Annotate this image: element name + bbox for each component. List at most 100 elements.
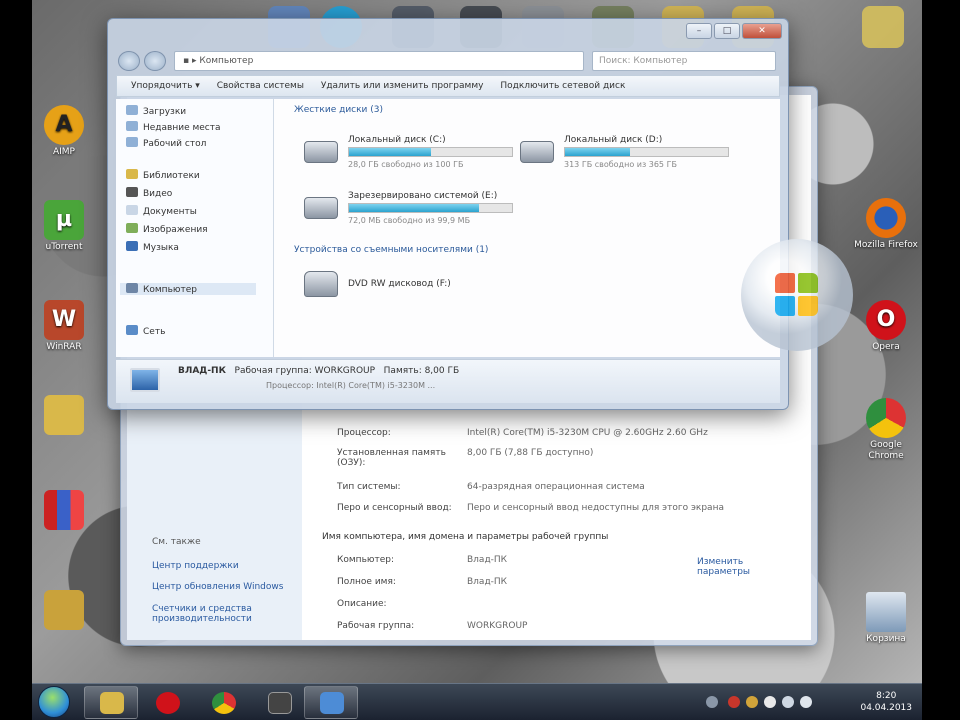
desktop-icon-label: Mozilla Firefox	[854, 240, 918, 250]
downloads-icon	[126, 105, 138, 115]
desktop-icon-mixer[interactable]	[32, 490, 96, 532]
explorer-window[interactable]: – □ ✕ ▪ ▸ Компьютер Поиск: Компьютер Упо…	[107, 18, 853, 410]
tray-volume-icon[interactable]	[800, 696, 812, 708]
desktop[interactable]: A AIMP µ uTorrent W WinRAR Mozilla Firef…	[32, 0, 922, 720]
nav-pictures[interactable]: Изображения	[126, 223, 208, 235]
nav-computer[interactable]: Компьютер	[120, 283, 256, 295]
desktop-icon-installer[interactable]	[32, 590, 96, 632]
documents-icon	[126, 205, 138, 215]
forward-button[interactable]	[144, 51, 166, 71]
computer-name: ВЛАД-ПК	[178, 366, 226, 376]
desktop-icon-label: uTorrent	[45, 242, 83, 252]
address-bar[interactable]: ▪ ▸ Компьютер	[174, 51, 584, 71]
drive-usage-fill	[349, 148, 431, 156]
tray-icon[interactable]	[706, 696, 718, 708]
details-computer-name: ВЛАД-ПК Рабочая группа: WORKGROUP Память…	[178, 366, 459, 376]
hdd-group-header[interactable]: Жесткие диски (3)	[294, 105, 383, 115]
desktop-icon-utorrent[interactable]: µ uTorrent	[32, 200, 96, 253]
change-settings-link[interactable]: Изменить параметры	[697, 557, 767, 577]
aimp-icon: A	[44, 105, 84, 145]
title-bar[interactable]: – □ ✕	[108, 19, 788, 49]
system-tray: 8:20 04.04.2013	[706, 688, 916, 718]
desktop-icon-recycle-bin[interactable]: Корзина	[854, 592, 918, 645]
nav-recent-places[interactable]: Недавние места	[126, 121, 221, 133]
row-processor-value: Intel(R) Core(TM) i5-3230M CPU @ 2.60GHz…	[467, 428, 708, 438]
nav-music[interactable]: Музыка	[126, 241, 179, 253]
taskbar-explorer[interactable]	[84, 686, 138, 719]
desktop-icon-chrome[interactable]: Google Chrome	[854, 398, 918, 462]
taskbar-chrome[interactable]	[196, 686, 250, 719]
drive-name: Локальный диск (D:)	[564, 135, 663, 145]
link-windows-update[interactable]: Центр обновления Windows	[152, 582, 283, 592]
desktop-icon-folder[interactable]	[32, 395, 96, 437]
folder-icon	[100, 692, 124, 714]
toolbar-organize[interactable]: Упорядочить ▾	[131, 81, 200, 91]
desktop-icon-firefox[interactable]: Mozilla Firefox	[854, 198, 918, 251]
drive-dvd[interactable]: DVD RW дисковод (F:)	[304, 269, 519, 309]
toolbar-map-drive[interactable]: Подключить сетевой диск	[500, 81, 625, 91]
toolbar: Упорядочить ▾ Свойства системы Удалить и…	[116, 75, 780, 97]
pictures-icon	[126, 223, 138, 233]
drive-usage-bar	[564, 147, 729, 157]
desktop-icon-winrar[interactable]: W WinRAR	[32, 300, 96, 353]
drive-e[interactable]: Зарезервировано системой (E:) 72,0 МБ св…	[304, 191, 519, 231]
address-text: Компьютер	[199, 56, 254, 66]
toolbar-system-properties[interactable]: Свойства системы	[217, 81, 304, 91]
removable-group-header[interactable]: Устройства со съемными носителями (1)	[294, 245, 488, 255]
opera-icon	[156, 692, 180, 714]
tray-icon[interactable]	[746, 696, 758, 708]
nav-label: Библиотеки	[143, 171, 200, 181]
chrome-icon	[212, 692, 236, 714]
nav-libraries[interactable]: Библиотеки	[126, 169, 200, 181]
toolbar-uninstall[interactable]: Удалить или изменить программу	[321, 81, 484, 91]
close-button[interactable]: ✕	[742, 23, 782, 39]
letterbox-left	[0, 0, 32, 720]
row-workgroup-label: Рабочая группа:	[337, 621, 415, 631]
start-button[interactable]	[38, 686, 70, 718]
drive-free-space: 28,0 ГБ свободно из 100 ГБ	[348, 160, 464, 169]
row-computer-label: Компьютер:	[337, 555, 394, 565]
row-system-type-label: Тип системы:	[337, 482, 401, 492]
desktop-icon-aimp[interactable]: A AIMP	[32, 105, 96, 158]
row-pen-label: Перо и сенсорный ввод:	[337, 503, 452, 513]
recycle-bin-icon	[866, 592, 906, 632]
maximize-button[interactable]: □	[714, 23, 740, 39]
folder-icon	[44, 395, 84, 435]
drive-free-space: 313 ГБ свободно из 365 ГБ	[564, 160, 677, 169]
nav-label: Загрузки	[143, 107, 187, 117]
see-also-heading: См. также	[152, 537, 201, 547]
minimize-button[interactable]: –	[686, 23, 712, 39]
link-action-center[interactable]: Центр поддержки	[152, 561, 239, 571]
row-fullname-value: Влад-ПК	[467, 577, 508, 587]
nav-documents[interactable]: Документы	[126, 205, 197, 217]
desktop-icon-label: Google Chrome	[868, 440, 904, 461]
desktop-icon-opera[interactable]: O Opera	[854, 300, 918, 353]
taskbar-game[interactable]	[252, 686, 306, 719]
computer-icon	[126, 283, 138, 293]
drive-usage-fill	[565, 148, 631, 156]
search-input[interactable]: Поиск: Компьютер	[592, 51, 776, 71]
row-memory-label: Установленная память (ОЗУ):	[337, 448, 446, 468]
drive-d[interactable]: Локальный диск (D:) 313 ГБ свободно из 3…	[520, 135, 735, 175]
taskbar: 8:20 04.04.2013	[32, 683, 922, 720]
drive-name: Локальный диск (C:)	[348, 135, 446, 145]
nav-desktop[interactable]: Рабочий стол	[126, 137, 206, 149]
tray-network-icon[interactable]	[782, 696, 794, 708]
back-button[interactable]	[118, 51, 140, 71]
clock[interactable]: 8:20 04.04.2013	[860, 690, 912, 714]
drive-c[interactable]: Локальный диск (C:) 28,0 ГБ свободно из …	[304, 135, 519, 175]
nav-downloads[interactable]: Загрузки	[126, 105, 186, 117]
nav-video[interactable]: Видео	[126, 187, 172, 199]
details-processor: Процессор: Intel(R) Core(TM) i5-3230M ..…	[266, 381, 436, 390]
link-performance[interactable]: Счетчики и средства производительности	[152, 604, 292, 624]
row-workgroup-value: WORKGROUP	[467, 621, 528, 631]
nav-label: Музыка	[143, 243, 179, 253]
tray-flag-icon[interactable]	[764, 696, 776, 708]
taskbar-opera[interactable]	[140, 686, 194, 719]
music-icon	[126, 241, 138, 251]
row-pen-value: Перо и сенсорный ввод недоступны для это…	[467, 503, 724, 513]
tray-antivirus-icon[interactable]	[728, 696, 740, 708]
hard-drive-icon	[304, 141, 338, 163]
taskbar-system[interactable]	[304, 686, 358, 719]
nav-network[interactable]: Сеть	[126, 325, 165, 337]
